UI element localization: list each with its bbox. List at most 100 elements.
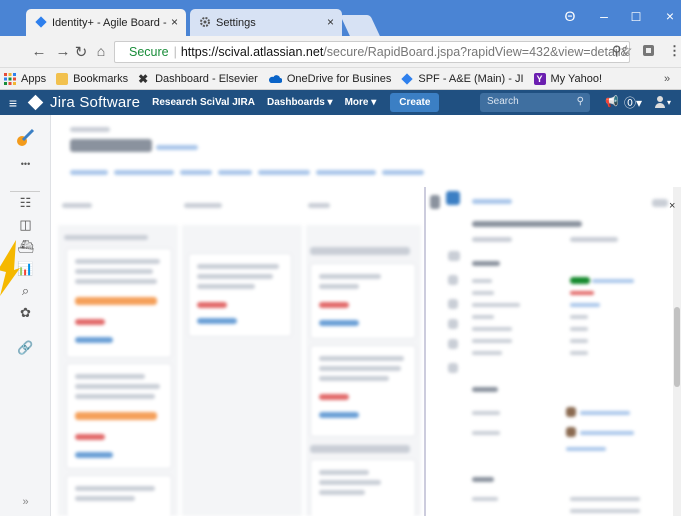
close-panel-icon[interactable]: × <box>669 200 675 212</box>
feedback-icon[interactable]: 📢 <box>605 95 619 108</box>
kebab-menu-icon[interactable]: ⋮ <box>668 43 681 59</box>
tab-strip: Identity+ - Agile Board - × Settings × Θ… <box>0 0 681 36</box>
filter-placeholder <box>382 170 424 175</box>
expand-sidebar-icon[interactable]: » <box>0 496 51 508</box>
address-bar[interactable]: Secure | https://scival.atlassian.net/se… <box>114 41 630 63</box>
filter-placeholder <box>258 170 310 175</box>
sprint-link-placeholder <box>156 145 198 150</box>
app-switcher-menu-icon[interactable]: ≡ <box>2 95 24 111</box>
nav-more[interactable]: More ▾ <box>345 97 377 108</box>
help-icon[interactable]: ⓪▾ <box>624 94 642 111</box>
column-header-placeholder <box>308 203 330 208</box>
bookmark-my-yahoo[interactable]: Y My Yahoo! <box>533 72 603 85</box>
issue-card[interactable] <box>310 459 416 516</box>
jira-header: ≡ Jira Software Research SciVal JIRA Das… <box>0 90 681 115</box>
jira-diamond-icon <box>27 94 44 111</box>
column-header-placeholder <box>184 203 222 208</box>
tab-close-icon[interactable]: × <box>171 15 178 29</box>
column-header-placeholder <box>62 203 92 208</box>
scrollbar-thumb[interactable] <box>674 307 680 387</box>
swimlane-placeholder <box>310 445 410 453</box>
url-host: https://scival.atlassian.net <box>180 45 324 59</box>
reload-icon[interactable]: ↻ <box>72 43 90 61</box>
extension-icon[interactable] <box>642 44 655 60</box>
tab-label: Settings <box>216 16 256 29</box>
issue-card[interactable] <box>188 253 292 337</box>
search-icon: ⚲ <box>576 96 584 107</box>
browser-toolbar: ← → ↻ ⌂ Secure | https://scival.atlassia… <box>0 36 681 68</box>
swimlane-placeholder <box>64 235 148 240</box>
maximize-button[interactable]: ☐ <box>626 10 646 24</box>
sidebar-divider <box>10 191 40 192</box>
breadcrumb-placeholder <box>70 127 110 132</box>
close-window-button[interactable]: × <box>660 8 680 24</box>
bookmark-onedrive[interactable]: OneDrive for Busines <box>268 72 392 85</box>
issue-card[interactable] <box>310 345 416 437</box>
tab-agile-board[interactable]: Identity+ - Agile Board - × <box>26 9 186 36</box>
apps-grid-icon <box>4 72 16 85</box>
callout-arrow-icon <box>0 240 20 296</box>
home-icon[interactable]: ⌂ <box>92 43 110 59</box>
bookmark-label: Dashboard - Elsevier <box>155 72 258 85</box>
new-tab-button[interactable] <box>340 15 380 36</box>
search-placeholder: Search <box>487 96 519 107</box>
url-path: /secure/RapidBoard.jspa?rapidView=432&vi… <box>323 45 630 59</box>
swimlane-placeholder <box>310 247 410 255</box>
url-separator: | <box>173 45 177 59</box>
tab-close-icon[interactable]: × <box>327 15 334 29</box>
issue-card[interactable] <box>66 248 172 358</box>
jira-logo-text: Jira Software <box>50 94 141 111</box>
gear-icon <box>200 17 210 27</box>
profile-icon[interactable]: Θ <box>560 8 580 24</box>
bookmarks-bar: Apps Bookmarks ✖ Dashboard - Elsevier On… <box>0 68 681 90</box>
search-input[interactable]: Search ⚲ <box>480 93 590 112</box>
project-sidebar: ••• ☷ ◫ ⛴ 📊 ⌕ ✿ 🔗 » <box>0 115 51 516</box>
filter-placeholder <box>114 170 174 175</box>
active-sprints-icon[interactable]: ◫ <box>0 217 51 233</box>
issue-card[interactable] <box>310 263 416 339</box>
bookmark-label: Apps <box>21 72 47 85</box>
filter-placeholder <box>180 170 212 175</box>
bookmark-star-icon[interactable]: ☆ <box>620 42 633 59</box>
nav-project[interactable]: Research SciVal JIRA <box>152 97 255 108</box>
tab-label: Identity+ - Agile Board - <box>52 16 167 29</box>
sprint-board <box>52 115 424 516</box>
bookmark-folder-bookmarks[interactable]: Bookmarks <box>56 72 129 85</box>
minimize-button[interactable]: – <box>594 8 614 24</box>
project-avatar-icon[interactable] <box>0 128 51 151</box>
create-button[interactable]: Create <box>390 93 440 112</box>
secure-label: Secure <box>129 45 169 59</box>
bookmark-spf[interactable]: SPF - A&E (Main) - JI <box>401 72 524 85</box>
issue-card[interactable] <box>66 475 172 516</box>
nav-dashboards[interactable]: Dashboards ▾ <box>267 97 333 108</box>
folder-icon <box>56 72 69 85</box>
bookmark-label: Bookmarks <box>73 72 129 85</box>
jira-logo[interactable]: Jira Software <box>27 94 141 111</box>
bookmark-label: My Yahoo! <box>550 72 603 85</box>
backlog-icon[interactable]: ☷ <box>0 195 51 211</box>
forward-arrow-icon[interactable]: → <box>54 43 72 60</box>
board-title-placeholder <box>70 139 152 152</box>
filter-placeholder <box>316 170 376 175</box>
bookmark-apps[interactable]: Apps <box>4 72 47 85</box>
bookmarks-overflow[interactable]: » <box>664 73 670 85</box>
avatar[interactable]: ▾ <box>654 95 674 112</box>
filter-placeholder <box>218 170 252 175</box>
back-arrow-icon[interactable]: ← <box>30 43 48 60</box>
cloud-icon <box>268 74 282 83</box>
jira-favicon-icon <box>35 16 47 28</box>
svg-text:▾: ▾ <box>667 98 671 107</box>
browser-window: Identity+ - Agile Board - × Settings × Θ… <box>0 0 681 516</box>
tab-settings[interactable]: Settings × <box>190 9 342 36</box>
issue-card[interactable] <box>66 363 172 469</box>
detail-scrollbar[interactable] <box>673 187 681 516</box>
bookmark-label: OneDrive for Busines <box>286 72 392 85</box>
jira-favicon-icon <box>401 72 414 85</box>
components-icon[interactable]: ✿ <box>0 305 51 321</box>
bookmark-dashboard-elsevier[interactable]: ✖ Dashboard - Elsevier <box>138 73 258 85</box>
yahoo-icon: Y <box>533 72 546 85</box>
bookmark-label: SPF - A&E (Main) - JI <box>418 72 524 85</box>
more-options-icon[interactable]: ••• <box>0 159 51 169</box>
add-link-icon[interactable]: 🔗 <box>0 340 51 356</box>
elsevier-icon: ✖ <box>138 71 149 86</box>
